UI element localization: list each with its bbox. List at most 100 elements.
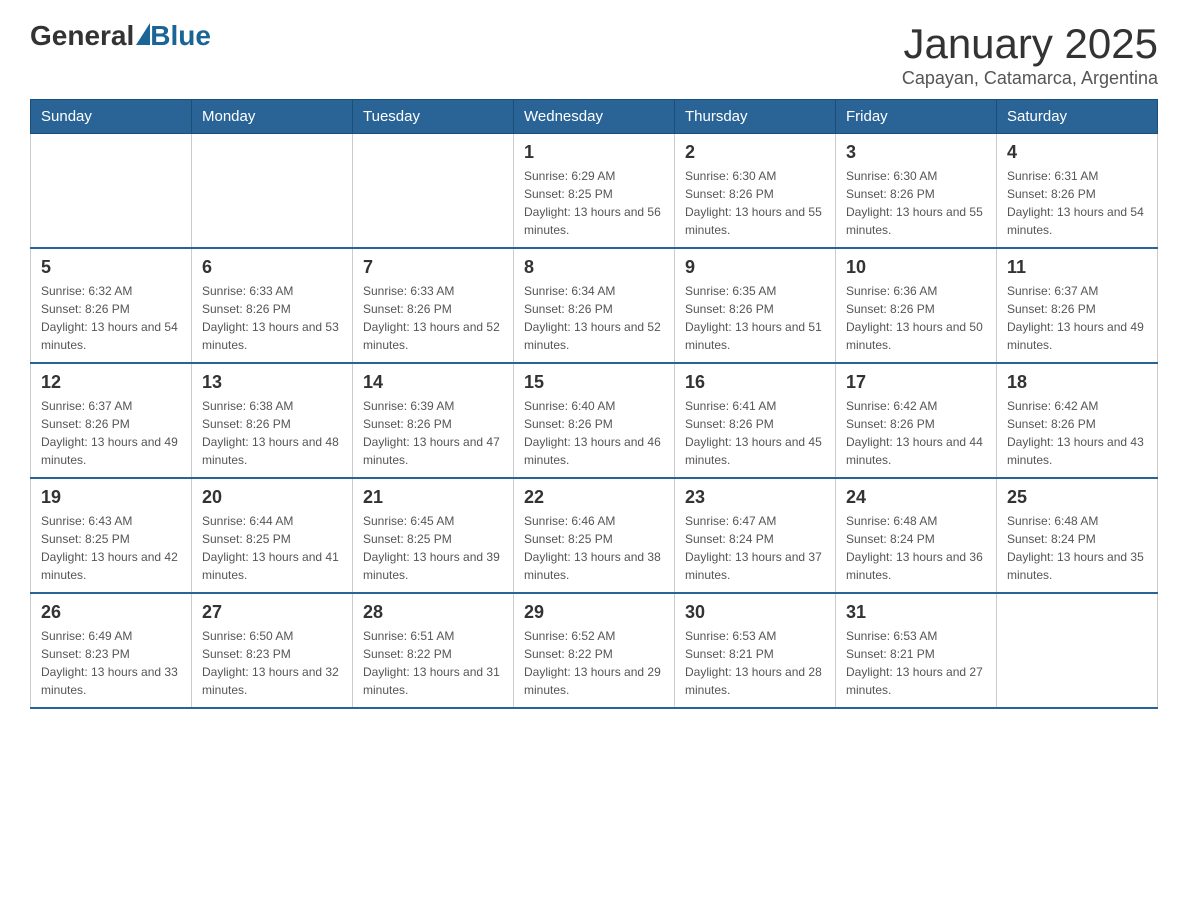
day-cell: 17 Sunrise: 6:42 AMSunset: 8:26 PMDayligh… [836, 363, 997, 478]
day-cell: 15 Sunrise: 6:40 AMSunset: 8:26 PMDayligh… [514, 363, 675, 478]
week-row-1: 5 Sunrise: 6:32 AMSunset: 8:26 PMDaylight… [31, 248, 1158, 363]
day-detail: Sunrise: 6:48 AMSunset: 8:24 PMDaylight:… [846, 512, 986, 584]
title-block: January 2025 Capayan, Catamarca, Argenti… [902, 20, 1158, 89]
day-detail: Sunrise: 6:42 AMSunset: 8:26 PMDaylight:… [1007, 397, 1147, 469]
day-number: 6 [202, 257, 342, 278]
day-cell: 7Sunrise: 6:33 AMSunset: 8:26 PMDaylight… [353, 248, 514, 363]
logo-blue: Blue [150, 20, 211, 52]
day-number: 30 [685, 602, 825, 623]
day-cell: 13 Sunrise: 6:38 AMSunset: 8:26 PMDayligh… [192, 363, 353, 478]
location-subtitle: Capayan, Catamarca, Argentina [902, 68, 1158, 89]
day-number: 9 [685, 257, 825, 278]
day-number: 13 [202, 372, 342, 393]
day-cell [31, 134, 192, 249]
day-detail: Sunrise: 6:35 AMSunset: 8:26 PMDaylight:… [685, 282, 825, 354]
day-number: 12 [41, 372, 181, 393]
day-detail: Sunrise: 6:47 AMSunset: 8:24 PMDaylight:… [685, 512, 825, 584]
day-detail: Sunrise: 6:53 AMSunset: 8:21 PMDaylight:… [685, 627, 825, 699]
day-cell: 5 Sunrise: 6:32 AMSunset: 8:26 PMDaylight… [31, 248, 192, 363]
day-cell: 20Sunrise: 6:44 AMSunset: 8:25 PMDayligh… [192, 478, 353, 593]
day-number: 19 [41, 487, 181, 508]
day-detail: Sunrise: 6:34 AMSunset: 8:26 PMDaylight:… [524, 282, 664, 354]
day-number: 28 [363, 602, 503, 623]
day-detail: Sunrise: 6:50 AMSunset: 8:23 PMDaylight:… [202, 627, 342, 699]
day-number: 16 [685, 372, 825, 393]
day-cell [192, 134, 353, 249]
header-saturday: Saturday [997, 100, 1158, 134]
day-cell: 12 Sunrise: 6:37 AMSunset: 8:26 PMDayligh… [31, 363, 192, 478]
header-friday: Friday [836, 100, 997, 134]
day-number: 5 [41, 257, 181, 278]
day-cell [997, 593, 1158, 708]
logo: General Blue [30, 20, 211, 52]
month-title: January 2025 [902, 20, 1158, 68]
day-cell: 29Sunrise: 6:52 AMSunset: 8:22 PMDayligh… [514, 593, 675, 708]
day-number: 10 [846, 257, 986, 278]
day-detail: Sunrise: 6:30 AMSunset: 8:26 PMDaylight:… [685, 167, 825, 239]
calendar-header: SundayMondayTuesdayWednesdayThursdayFrid… [31, 100, 1158, 134]
calendar-table: SundayMondayTuesdayWednesdayThursdayFrid… [30, 99, 1158, 709]
day-detail: Sunrise: 6:37 AMSunset: 8:26 PMDaylight:… [1007, 282, 1147, 354]
week-row-4: 26 Sunrise: 6:49 AMSunset: 8:23 PMDayligh… [31, 593, 1158, 708]
day-detail: Sunrise: 6:41 AMSunset: 8:26 PMDaylight:… [685, 397, 825, 469]
header-sunday: Sunday [31, 100, 192, 134]
day-number: 11 [1007, 257, 1147, 278]
day-cell: 28 Sunrise: 6:51 AMSunset: 8:22 PMDayligh… [353, 593, 514, 708]
day-cell: 3Sunrise: 6:30 AMSunset: 8:26 PMDaylight… [836, 134, 997, 249]
day-detail: Sunrise: 6:46 AMSunset: 8:25 PMDaylight:… [524, 512, 664, 584]
day-number: 2 [685, 142, 825, 163]
day-number: 17 [846, 372, 986, 393]
day-cell: 11 Sunrise: 6:37 AMSunset: 8:26 PMDayligh… [997, 248, 1158, 363]
day-number: 22 [524, 487, 664, 508]
day-detail: Sunrise: 6:29 AMSunset: 8:25 PMDaylight:… [524, 167, 664, 239]
day-cell [353, 134, 514, 249]
day-number: 20 [202, 487, 342, 508]
day-detail: Sunrise: 6:36 AMSunset: 8:26 PMDaylight:… [846, 282, 986, 354]
day-detail: Sunrise: 6:48 AMSunset: 8:24 PMDaylight:… [1007, 512, 1147, 584]
day-cell: 25 Sunrise: 6:48 AMSunset: 8:24 PMDayligh… [997, 478, 1158, 593]
day-cell: 6Sunrise: 6:33 AMSunset: 8:26 PMDaylight… [192, 248, 353, 363]
day-cell: 26 Sunrise: 6:49 AMSunset: 8:23 PMDayligh… [31, 593, 192, 708]
week-row-2: 12 Sunrise: 6:37 AMSunset: 8:26 PMDayligh… [31, 363, 1158, 478]
day-cell: 22 Sunrise: 6:46 AMSunset: 8:25 PMDayligh… [514, 478, 675, 593]
day-cell: 10 Sunrise: 6:36 AMSunset: 8:26 PMDayligh… [836, 248, 997, 363]
day-cell: 14Sunrise: 6:39 AMSunset: 8:26 PMDayligh… [353, 363, 514, 478]
header-monday: Monday [192, 100, 353, 134]
day-detail: Sunrise: 6:53 AMSunset: 8:21 PMDaylight:… [846, 627, 986, 699]
day-detail: Sunrise: 6:43 AMSunset: 8:25 PMDaylight:… [41, 512, 181, 584]
day-detail: Sunrise: 6:40 AMSunset: 8:26 PMDaylight:… [524, 397, 664, 469]
day-detail: Sunrise: 6:31 AMSunset: 8:26 PMDaylight:… [1007, 167, 1147, 239]
page-header: General Blue January 2025 Capayan, Catam… [30, 20, 1158, 89]
day-cell: 24 Sunrise: 6:48 AMSunset: 8:24 PMDayligh… [836, 478, 997, 593]
logo-general: General [30, 20, 134, 52]
day-number: 4 [1007, 142, 1147, 163]
header-row: SundayMondayTuesdayWednesdayThursdayFrid… [31, 100, 1158, 134]
day-cell: 30 Sunrise: 6:53 AMSunset: 8:21 PMDayligh… [675, 593, 836, 708]
day-detail: Sunrise: 6:38 AMSunset: 8:26 PMDaylight:… [202, 397, 342, 469]
day-detail: Sunrise: 6:49 AMSunset: 8:23 PMDaylight:… [41, 627, 181, 699]
day-number: 27 [202, 602, 342, 623]
day-cell: 21Sunrise: 6:45 AMSunset: 8:25 PMDayligh… [353, 478, 514, 593]
day-cell: 31Sunrise: 6:53 AMSunset: 8:21 PMDayligh… [836, 593, 997, 708]
calendar-body: 1Sunrise: 6:29 AMSunset: 8:25 PMDaylight… [31, 134, 1158, 709]
day-cell: 16 Sunrise: 6:41 AMSunset: 8:26 PMDayligh… [675, 363, 836, 478]
day-detail: Sunrise: 6:51 AMSunset: 8:22 PMDaylight:… [363, 627, 503, 699]
day-detail: Sunrise: 6:42 AMSunset: 8:26 PMDaylight:… [846, 397, 986, 469]
day-cell: 9 Sunrise: 6:35 AMSunset: 8:26 PMDaylight… [675, 248, 836, 363]
day-number: 25 [1007, 487, 1147, 508]
day-cell: 2 Sunrise: 6:30 AMSunset: 8:26 PMDaylight… [675, 134, 836, 249]
week-row-3: 19 Sunrise: 6:43 AMSunset: 8:25 PMDayligh… [31, 478, 1158, 593]
day-number: 15 [524, 372, 664, 393]
day-cell: 8Sunrise: 6:34 AMSunset: 8:26 PMDaylight… [514, 248, 675, 363]
day-detail: Sunrise: 6:37 AMSunset: 8:26 PMDaylight:… [41, 397, 181, 469]
day-detail: Sunrise: 6:32 AMSunset: 8:26 PMDaylight:… [41, 282, 181, 354]
day-number: 24 [846, 487, 986, 508]
header-thursday: Thursday [675, 100, 836, 134]
day-cell: 1Sunrise: 6:29 AMSunset: 8:25 PMDaylight… [514, 134, 675, 249]
day-cell: 27 Sunrise: 6:50 AMSunset: 8:23 PMDayligh… [192, 593, 353, 708]
day-detail: Sunrise: 6:33 AMSunset: 8:26 PMDaylight:… [363, 282, 503, 354]
day-number: 18 [1007, 372, 1147, 393]
logo-triangle-icon [136, 23, 150, 45]
day-cell: 19 Sunrise: 6:43 AMSunset: 8:25 PMDayligh… [31, 478, 192, 593]
day-number: 26 [41, 602, 181, 623]
